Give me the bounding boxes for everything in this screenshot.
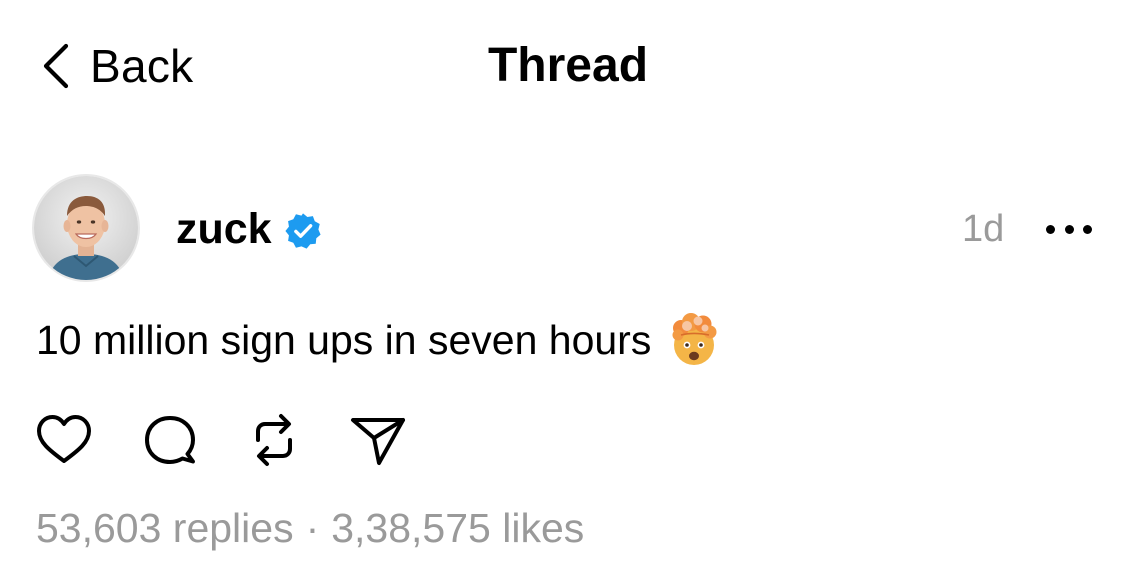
reply-count[interactable]: 53,603 replies: [36, 505, 294, 551]
author-name[interactable]: zuck: [176, 207, 272, 251]
repost-icon: [256, 414, 292, 466]
comment-icon: [145, 416, 195, 464]
repost-button[interactable]: [244, 410, 304, 470]
share-button[interactable]: [348, 410, 408, 470]
ellipsis-icon: [1046, 224, 1055, 234]
page-title: Thread: [487, 39, 649, 92]
exploding-head-emoji-icon: [672, 313, 717, 365]
like-button[interactable]: [34, 410, 94, 470]
author-line: zuck: [176, 200, 322, 258]
post-stats: 53,603 replies · 3,38,575 likes: [36, 504, 584, 552]
like-count[interactable]: 3,38,575 likes: [331, 505, 584, 551]
heart-icon: [37, 415, 91, 463]
send-icon: [351, 418, 405, 465]
post-time: 1d: [962, 208, 1005, 250]
reply-button[interactable]: [140, 410, 200, 470]
more-options-button[interactable]: [1044, 212, 1094, 246]
post-body: 10 million sign ups in seven hours: [36, 316, 652, 363]
verified-badge-icon: [285, 213, 321, 249]
post-text: 10 million sign ups in seven hours: [36, 312, 721, 368]
avatar[interactable]: [34, 176, 138, 280]
stats-separator: ·: [305, 505, 320, 551]
